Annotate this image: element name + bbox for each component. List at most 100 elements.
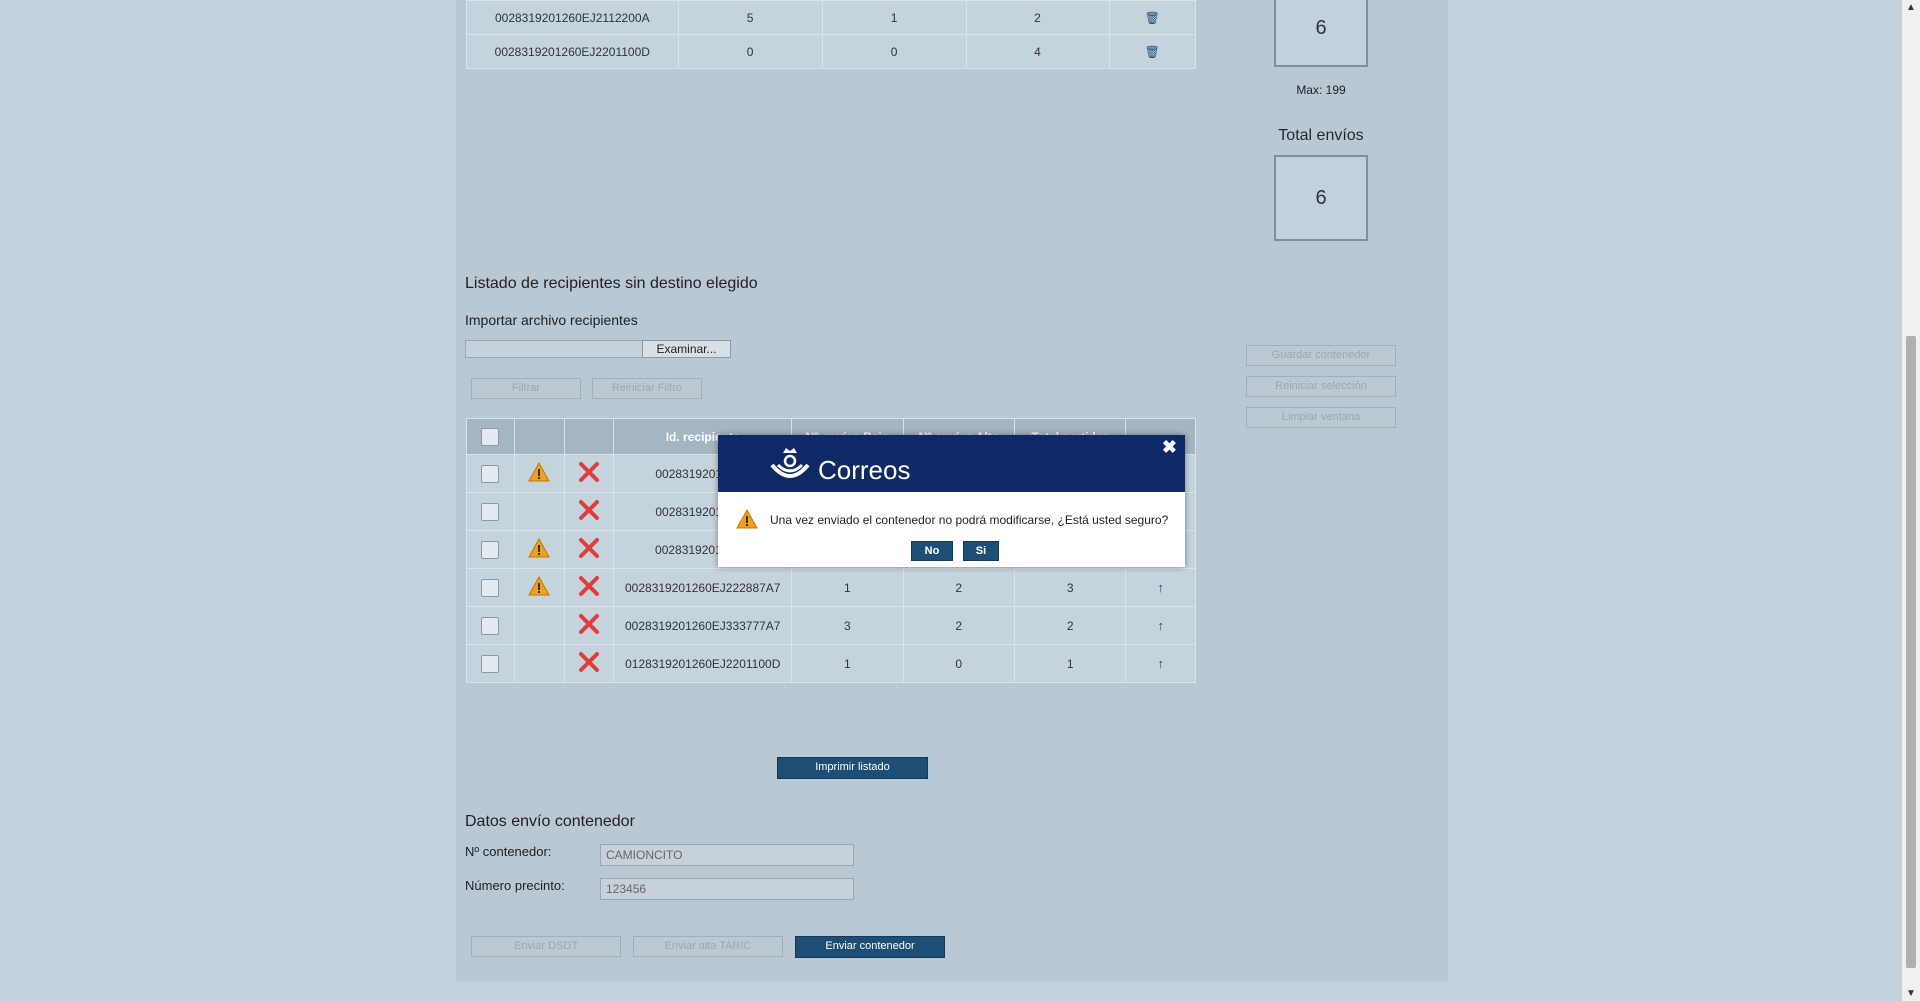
arrow-up-icon[interactable]: ↑ — [1157, 580, 1164, 595]
confirm-dialog: Correos ✖ Una vez enviado el contenedor … — [718, 435, 1185, 567]
envios-alto: 0 — [902, 644, 1015, 683]
warning-cell — [513, 530, 565, 569]
row-checkbox[interactable] — [481, 502, 500, 521]
table-row: 0028319201260EJ333777A7 3 2 2 ↑ — [466, 606, 1196, 645]
import-label: Importar archivo recipientes — [465, 312, 638, 328]
seal-number-label: Número precinto: — [465, 878, 565, 893]
row-checkbox[interactable] — [481, 616, 500, 635]
warning-icon — [736, 509, 758, 529]
delete-cell — [563, 644, 615, 683]
delete-x-icon[interactable] — [578, 537, 600, 559]
warning-cell — [513, 492, 565, 531]
container-number-label: Nº contenedor: — [465, 844, 552, 859]
header-delete — [563, 418, 615, 455]
send-dsdt-button[interactable]: Enviar DSDT — [471, 936, 621, 957]
recipient-id: 0128319201260EJ2201100D — [613, 644, 793, 683]
save-container-button[interactable]: Guardar contenedor — [1246, 345, 1396, 366]
warning-icon — [528, 575, 551, 596]
move-up-cell: ↑ — [1125, 606, 1196, 645]
delete-cell — [563, 568, 615, 607]
row-select-cell — [466, 530, 515, 569]
cell-value: 0 — [821, 34, 967, 69]
no-button[interactable]: No — [911, 541, 953, 561]
send-taric-button[interactable]: Enviar alta TARIC — [633, 936, 783, 957]
delete-x-icon[interactable] — [578, 499, 600, 521]
row-select-cell — [466, 568, 515, 607]
table-row: 0028319201260EJ2112200A 5 1 2 🗑 — [466, 0, 1196, 35]
cell-value: 4 — [965, 34, 1110, 69]
total-envios-value: 6 — [1315, 186, 1327, 209]
container-number-input[interactable] — [600, 844, 854, 866]
assigned-recipients-table: 0028319201260EJ2112200A 5 1 2 🗑 00283192… — [466, 0, 1196, 69]
filter-button[interactable]: Filtrar — [471, 378, 581, 399]
cell-value: 5 — [677, 0, 823, 35]
header-warning — [513, 418, 565, 455]
recipient-id: 0028319201260EJ2201100D — [466, 34, 679, 69]
correos-logo-icon — [770, 448, 810, 478]
warning-icon — [528, 461, 551, 482]
delete-row-button[interactable]: 🗑 — [1108, 34, 1196, 69]
vertical-scrollbar[interactable]: ▲ ▼ — [1902, 0, 1920, 1001]
row-select-cell — [466, 454, 515, 493]
delete-x-icon[interactable] — [578, 575, 600, 597]
reset-filter-button[interactable]: Reiniciar Filtro — [592, 378, 702, 399]
cell-value: 1 — [821, 0, 967, 35]
scroll-up-icon[interactable]: ▲ — [1906, 2, 1916, 13]
row-select-cell — [466, 492, 515, 531]
yes-button[interactable]: Si — [963, 541, 999, 561]
row-checkbox[interactable] — [481, 578, 500, 597]
delete-x-icon[interactable] — [578, 613, 600, 635]
row-select-cell — [466, 606, 515, 645]
warning-cell — [513, 568, 565, 607]
delete-x-icon[interactable] — [578, 651, 600, 673]
scroll-down-icon[interactable]: ▼ — [1906, 988, 1916, 999]
print-list-button[interactable]: Imprimir listado — [777, 757, 928, 779]
file-path-input[interactable] — [465, 340, 643, 358]
recipient-id: 0028319201260EJ222887A7 — [613, 568, 793, 607]
select-all-checkbox[interactable] — [481, 427, 500, 446]
clear-window-button[interactable]: Limpiar ventana — [1246, 407, 1396, 428]
delete-cell — [563, 606, 615, 645]
select-all-cell — [466, 418, 515, 455]
row-checkbox[interactable] — [481, 464, 500, 483]
trash-icon[interactable]: 🗑 — [1145, 11, 1160, 25]
envios-bajo: 3 — [791, 606, 904, 645]
trash-icon[interactable]: 🗑 — [1145, 45, 1160, 59]
envios-bajo: 1 — [791, 644, 904, 683]
dialog-message: Una vez enviado el contenedor no podrá m… — [770, 513, 1169, 527]
warning-cell — [513, 606, 565, 645]
cell-value: 2 — [965, 0, 1110, 35]
send-container-button[interactable]: Enviar contenedor — [795, 936, 945, 958]
delete-cell — [563, 492, 615, 531]
scrollbar-thumb[interactable] — [1906, 336, 1916, 968]
delete-x-icon[interactable] — [578, 461, 600, 483]
delete-row-button[interactable]: 🗑 — [1108, 0, 1196, 35]
containers-count-value: 6 — [1315, 17, 1327, 39]
recipient-id: 0028319201260EJ333777A7 — [613, 606, 793, 645]
container-section-title: Datos envío contenedor — [465, 813, 635, 830]
dialog-header: Correos ✖ — [718, 435, 1185, 492]
total-partidas: 2 — [1013, 606, 1127, 645]
table-row: 0028319201260EJ2201100D 0 0 4 🗑 — [466, 34, 1196, 69]
envios-alto: 2 — [902, 606, 1015, 645]
move-up-cell: ↑ — [1125, 568, 1196, 607]
list-title: Listado de recipientes sin destino elegi… — [465, 275, 758, 292]
seal-number-input[interactable] — [600, 878, 854, 900]
envios-alto: 2 — [902, 568, 1015, 607]
close-icon[interactable]: ✖ — [1162, 437, 1177, 458]
total-partidas: 3 — [1013, 568, 1127, 607]
delete-cell — [563, 454, 615, 493]
reset-selection-button[interactable]: Reiniciar selección — [1246, 376, 1396, 397]
warning-cell — [513, 644, 565, 683]
warning-icon — [528, 537, 551, 558]
brand-name: Correos — [818, 455, 911, 485]
row-checkbox[interactable] — [481, 654, 500, 673]
arrow-up-icon[interactable]: ↑ — [1157, 656, 1164, 671]
row-checkbox[interactable] — [481, 540, 500, 559]
move-up-cell: ↑ — [1125, 644, 1196, 683]
browse-button[interactable]: Examinar... — [642, 340, 731, 358]
table-row: 0128319201260EJ2201100D 1 0 1 ↑ — [466, 644, 1196, 683]
containers-count-box: 6 — [1274, 0, 1368, 67]
envios-bajo: 1 — [791, 568, 904, 607]
arrow-up-icon[interactable]: ↑ — [1157, 618, 1164, 633]
